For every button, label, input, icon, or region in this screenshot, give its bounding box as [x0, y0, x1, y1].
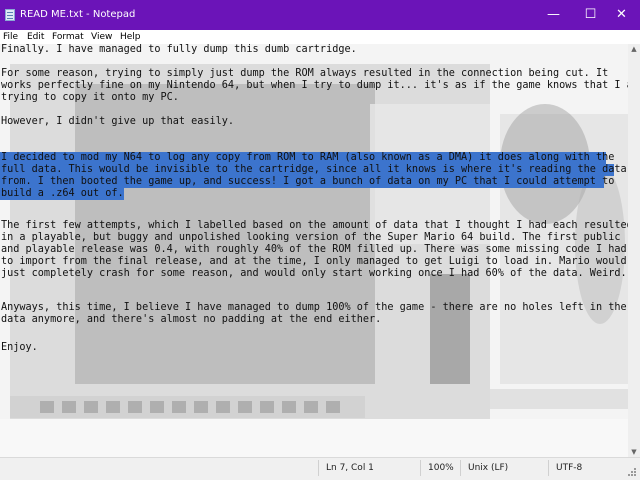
- menu-help[interactable]: Help: [120, 31, 141, 43]
- status-bar: Ln 7, Col 1 100% Unix (LF) UTF-8: [0, 457, 640, 480]
- text-line: However, I didn't give up that easily.: [1, 116, 235, 127]
- text-line: full data. This would be invisible to th…: [1, 164, 627, 175]
- line-ending: Unix (LF): [468, 463, 509, 473]
- menu-file[interactable]: File: [3, 31, 18, 43]
- window-title: READ ME.txt - Notepad: [20, 9, 136, 20]
- encoding: UTF-8: [556, 463, 583, 473]
- text-line: The first few attempts, which I labelled…: [1, 220, 633, 231]
- menu-bar: File Edit Format View Help: [0, 30, 640, 44]
- menu-format[interactable]: Format: [52, 31, 84, 43]
- vertical-scrollbar[interactable]: ▲ ▼: [628, 44, 640, 457]
- menu-edit[interactable]: Edit: [27, 31, 44, 43]
- cursor-position: Ln 7, Col 1: [326, 463, 374, 473]
- close-button[interactable]: ✕: [603, 0, 640, 30]
- status-divider: [420, 460, 421, 476]
- notepad-icon: [5, 9, 15, 21]
- text-line: data anymore, and there's almost no padd…: [1, 314, 382, 325]
- text-line: in a playable, but buggy and unpolished …: [1, 232, 621, 243]
- resize-grip-icon[interactable]: [628, 468, 636, 476]
- text-line: For some reason, trying to simply just d…: [1, 68, 609, 79]
- text-editor[interactable]: Finally. I have managed to fully dump th…: [0, 44, 640, 457]
- text-line: I decided to mod my N64 to log any copy …: [1, 152, 615, 163]
- title-bar[interactable]: READ ME.txt - Notepad — ☐ ✕: [0, 0, 640, 30]
- text-line: just completely crash for some reason, a…: [1, 268, 627, 279]
- text-line: and playable release was 0.4, with rough…: [1, 244, 627, 255]
- zoom-level: 100%: [428, 463, 454, 473]
- text-line: build a .z64 out of.: [1, 188, 124, 199]
- minimize-button[interactable]: —: [535, 0, 572, 30]
- text-line: to import from the final release, and at…: [1, 256, 627, 267]
- text-line: trying to copy it onto my PC.: [1, 92, 179, 103]
- status-divider: [548, 460, 549, 476]
- text-line: Finally. I have managed to fully dump th…: [1, 44, 357, 55]
- text-line: Enjoy.: [1, 342, 38, 353]
- scroll-down-icon[interactable]: ▼: [628, 447, 640, 457]
- menu-view[interactable]: View: [91, 31, 112, 43]
- status-divider: [318, 460, 319, 476]
- text-line: Anyways, this time, I believe I have man…: [1, 302, 627, 313]
- text-line: works perfectly fine on my Nintendo 64, …: [1, 80, 639, 91]
- scroll-up-icon[interactable]: ▲: [628, 44, 640, 54]
- status-divider: [460, 460, 461, 476]
- text-line: from. I then booted the game up, and suc…: [1, 176, 615, 187]
